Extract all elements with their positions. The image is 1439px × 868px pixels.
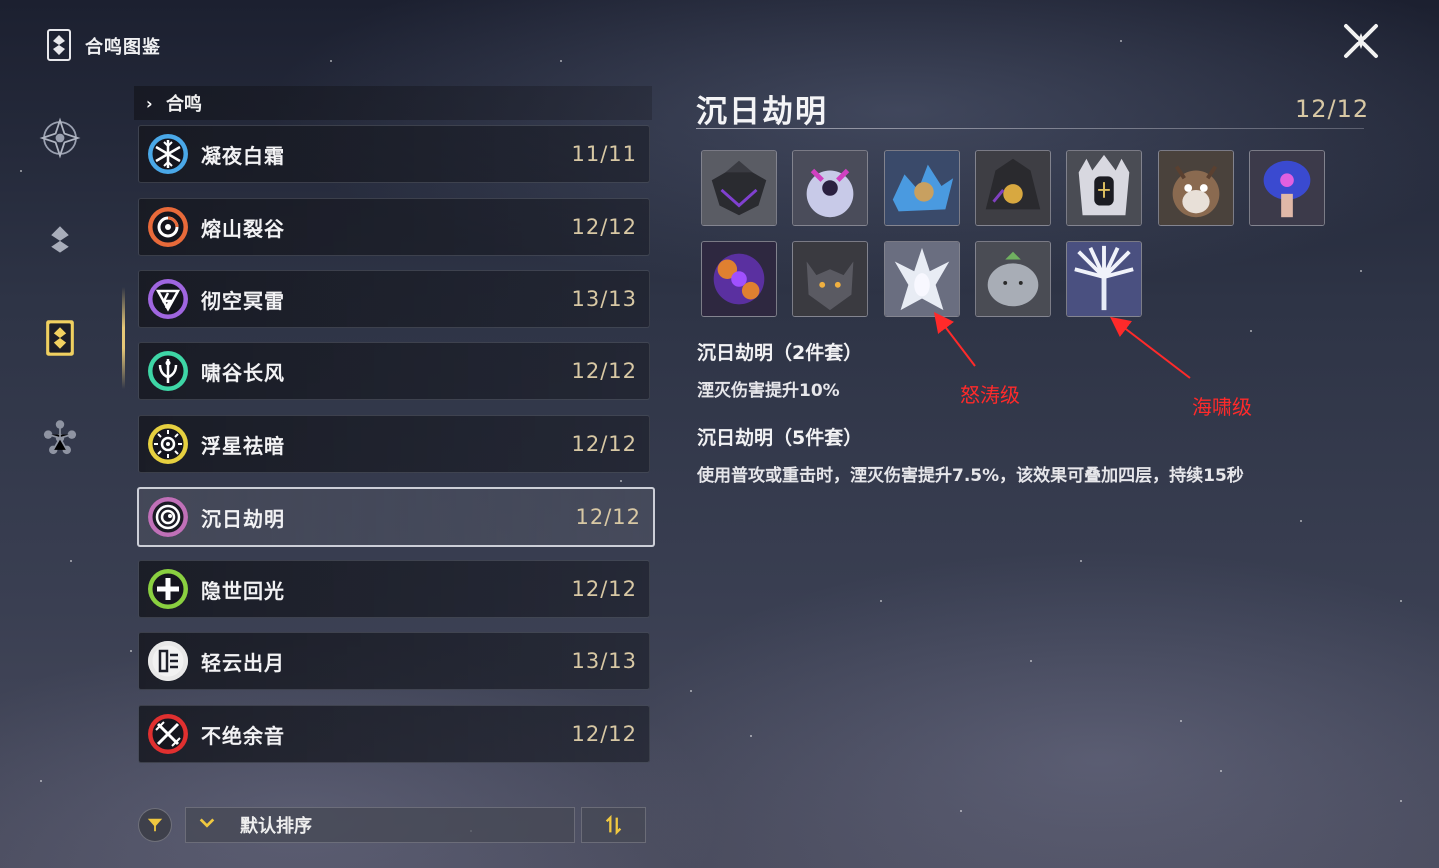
annotation-label-1: 怒涛级 xyxy=(960,383,1020,407)
annotation-arrows xyxy=(933,312,1191,379)
annotation-arrow-2 xyxy=(1110,316,1191,379)
annotation-label-2: 海啸级 xyxy=(1192,395,1252,419)
annotation-arrow-1 xyxy=(933,312,976,367)
